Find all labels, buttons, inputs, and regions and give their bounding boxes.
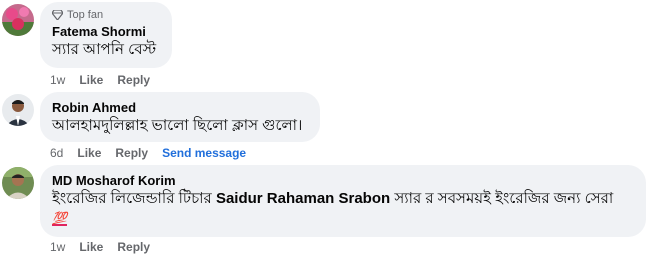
author-name[interactable]: Fatema Shormi: [52, 24, 160, 40]
like-button[interactable]: Like: [79, 72, 103, 88]
diamond-icon: [52, 10, 63, 20]
comment-text-part: ইংরেজির লিজেন্ডারি টিচার: [52, 190, 216, 207]
timestamp[interactable]: 1w: [50, 239, 65, 255]
avatar[interactable]: [2, 4, 34, 36]
like-button[interactable]: Like: [79, 239, 103, 255]
comment-text: আলহামদুলিল্লাহ ভালো ছিলো ক্লাস গুলো।: [52, 117, 303, 134]
timestamp[interactable]: 6d: [50, 145, 63, 161]
tagged-name[interactable]: Saidur Rahaman Srabon: [216, 190, 390, 207]
author-name[interactable]: MD Mosharof Korim: [52, 173, 634, 189]
avatar[interactable]: [2, 94, 34, 126]
timestamp[interactable]: 1w: [50, 72, 65, 88]
comment-actions: 1w Like Reply: [50, 239, 164, 255]
comment-text: ইংরেজির লিজেন্ডারি টিচার Saidur Rahaman …: [52, 189, 634, 209]
comment-actions: 1w Like Reply: [50, 72, 164, 88]
avatar[interactable]: [2, 167, 34, 199]
badge-label: Top fan: [67, 9, 104, 21]
like-button[interactable]: Like: [77, 145, 101, 161]
reply-button[interactable]: Reply: [117, 239, 150, 255]
author-name[interactable]: Robin Ahmed: [52, 100, 308, 116]
comment-text-part: স্যার র সবসময়ই ইংরেজির জন্য সেরা: [390, 190, 614, 207]
reply-button[interactable]: Reply: [117, 72, 150, 88]
comment-actions: 6d Like Reply Send message: [50, 145, 260, 161]
reply-button[interactable]: Reply: [115, 145, 148, 161]
top-fan-badge: Top fan: [52, 8, 160, 22]
comment-bubble: MD Mosharof Korim ইংরেজির লিজেন্ডারি টিচ…: [40, 165, 646, 237]
send-message-link[interactable]: Send message: [162, 145, 246, 161]
comment-text: স্যার আপনি বেস্ট: [52, 41, 157, 58]
comment-bubble: Top fan Fatema Shormi স্যার আপনি বেস্ট: [40, 2, 172, 68]
comment-bubble: Robin Ahmed আলহামদুলিল্লাহ ভালো ছিলো ক্ল…: [40, 92, 320, 142]
hundred-points-icon: 💯: [52, 211, 67, 226]
